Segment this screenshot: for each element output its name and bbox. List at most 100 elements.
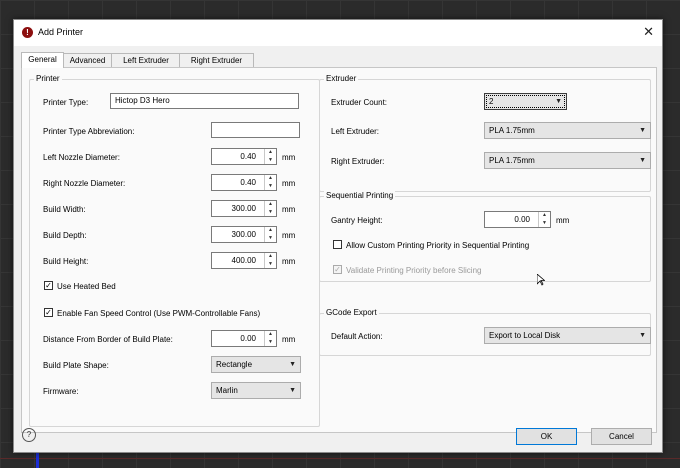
spin-down-icon[interactable]: ▼: [265, 183, 276, 190]
spin-down-icon[interactable]: ▼: [265, 157, 276, 164]
sequential-printing-group: Sequential Printing Gantry Height: 0.00 …: [319, 191, 651, 282]
left-nozzle-spinbox[interactable]: 0.40 ▲ ▼: [211, 148, 277, 165]
printer-group: Printer Printer Type: Hictop D3 Hero Pri…: [29, 74, 320, 427]
chevron-down-icon: ▼: [639, 157, 646, 164]
extruder-group: Extruder Extruder Count: 2 ▼ Left Extrud…: [319, 74, 651, 192]
spin-arrows: ▲ ▼: [264, 175, 276, 190]
printer-type-label: Printer Type:: [43, 98, 89, 107]
custom-priority-label[interactable]: Allow Custom Printing Priority in Sequen…: [346, 241, 529, 250]
border-distance-label: Distance From Border of Build Plate:: [43, 335, 173, 344]
heated-bed-checkbox[interactable]: ✓: [44, 281, 53, 290]
spin-arrows: ▲ ▼: [264, 227, 276, 242]
tab-general[interactable]: General: [21, 52, 64, 68]
spin-value: 300.00: [231, 204, 256, 213]
spin-down-icon[interactable]: ▼: [265, 235, 276, 242]
plate-shape-dropdown[interactable]: Rectangle ▼: [211, 356, 301, 373]
default-action-dropdown[interactable]: Export to Local Disk ▼: [484, 327, 651, 344]
scene-x-axis-line: [0, 458, 680, 459]
spin-arrows: ▲ ▼: [264, 201, 276, 216]
border-distance-spinbox[interactable]: 0.00 ▲ ▼: [211, 330, 277, 347]
spin-arrows: ▲ ▼: [264, 331, 276, 346]
spin-value: 0.00: [514, 215, 530, 224]
spin-up-icon[interactable]: ▲: [265, 201, 276, 208]
tab-advanced[interactable]: Advanced: [62, 53, 113, 67]
spin-arrows: ▲ ▼: [264, 253, 276, 268]
firmware-dropdown[interactable]: Marlin ▼: [211, 382, 301, 399]
spin-up-icon[interactable]: ▲: [265, 227, 276, 234]
heated-bed-label[interactable]: Use Heated Bed: [57, 282, 116, 291]
tab-left-extruder[interactable]: Left Extruder: [111, 53, 181, 67]
spin-value: 0.00: [240, 334, 256, 343]
left-extruder-dropdown[interactable]: PLA 1.75mm ▼: [484, 122, 651, 139]
spin-down-icon[interactable]: ▼: [265, 209, 276, 216]
tab-right-extruder[interactable]: Right Extruder: [179, 53, 254, 67]
right-extruder-dropdown[interactable]: PLA 1.75mm ▼: [484, 152, 651, 169]
unit-label: mm: [282, 335, 296, 344]
unit-label: mm: [556, 216, 570, 225]
sequential-printing-title: Sequential Printing: [324, 191, 396, 200]
chevron-down-icon: ▼: [289, 361, 296, 368]
unit-label: mm: [282, 179, 296, 188]
spin-value: 0.40: [240, 152, 256, 161]
printer-group-title: Printer: [34, 74, 62, 83]
general-tab-panel: Printer Printer Type: Hictop D3 Hero Pri…: [21, 67, 657, 433]
right-extruder-label: Right Extruder:: [331, 157, 385, 166]
gantry-height-spinbox[interactable]: 0.00 ▲ ▼: [484, 211, 551, 228]
help-icon[interactable]: ?: [22, 428, 36, 442]
firmware-label: Firmware:: [43, 387, 79, 396]
chevron-down-icon: ▼: [639, 127, 646, 134]
spin-arrows: ▲ ▼: [538, 212, 550, 227]
spin-down-icon[interactable]: ▼: [539, 220, 550, 227]
gcode-export-group: GCode Export Default Action: Export to L…: [319, 308, 651, 356]
left-extruder-label: Left Extruder:: [331, 127, 380, 136]
unit-label: mm: [282, 153, 296, 162]
cancel-button[interactable]: Cancel: [591, 428, 652, 445]
add-printer-dialog: ! Add Printer ✕ General Advanced Left Ex…: [13, 19, 663, 453]
build-height-spinbox[interactable]: 400.00 ▲ ▼: [211, 252, 277, 269]
build-width-label: Build Width:: [43, 205, 86, 214]
dialog-title: Add Printer: [38, 27, 84, 37]
custom-priority-checkbox[interactable]: [333, 240, 342, 249]
gcode-export-title: GCode Export: [324, 308, 379, 317]
mouse-pointer-icon: [537, 274, 545, 286]
dropdown-value: Rectangle: [216, 360, 253, 369]
unit-label: mm: [282, 205, 296, 214]
spin-value: 400.00: [231, 256, 256, 265]
spin-up-icon[interactable]: ▲: [265, 331, 276, 338]
unit-label: mm: [282, 231, 296, 240]
ok-button[interactable]: OK: [516, 428, 577, 445]
right-nozzle-spinbox[interactable]: 0.40 ▲ ▼: [211, 174, 277, 191]
chevron-down-icon: ▼: [555, 98, 562, 105]
extruder-group-title: Extruder: [324, 74, 359, 83]
app-logo-icon: !: [22, 27, 33, 38]
chevron-down-icon: ▼: [289, 387, 296, 394]
build-height-label: Build Height:: [43, 257, 89, 266]
build-depth-spinbox[interactable]: 300.00 ▲ ▼: [211, 226, 277, 243]
gantry-height-label: Gantry Height:: [331, 216, 383, 225]
close-icon[interactable]: ✕: [643, 24, 654, 40]
spin-up-icon[interactable]: ▲: [265, 253, 276, 260]
spin-down-icon[interactable]: ▼: [265, 261, 276, 268]
abbreviation-input[interactable]: [211, 122, 300, 138]
printer-type-input[interactable]: Hictop D3 Hero: [110, 93, 299, 109]
dropdown-value: 2: [489, 97, 494, 106]
validate-priority-checkbox: ✓: [333, 265, 342, 274]
spin-value: 0.40: [240, 178, 256, 187]
dropdown-value: Marlin: [216, 386, 238, 395]
spin-up-icon[interactable]: ▲: [539, 212, 550, 219]
dropdown-value: Export to Local Disk: [489, 331, 561, 340]
fan-speed-label[interactable]: Enable Fan Speed Control (Use PWM-Contro…: [57, 309, 260, 318]
spin-down-icon[interactable]: ▼: [265, 339, 276, 346]
plate-shape-label: Build Plate Shape:: [43, 361, 109, 370]
fan-speed-checkbox[interactable]: ✓: [44, 308, 53, 317]
chevron-down-icon: ▼: [639, 332, 646, 339]
spin-value: 300.00: [231, 230, 256, 239]
extruder-count-dropdown[interactable]: 2 ▼: [484, 93, 567, 110]
spin-arrows: ▲ ▼: [264, 149, 276, 164]
spin-up-icon[interactable]: ▲: [265, 175, 276, 182]
title-bar[interactable]: ! Add Printer ✕: [14, 20, 662, 46]
build-depth-label: Build Depth:: [43, 231, 87, 240]
default-action-label: Default Action:: [331, 332, 383, 341]
spin-up-icon[interactable]: ▲: [265, 149, 276, 156]
build-width-spinbox[interactable]: 300.00 ▲ ▼: [211, 200, 277, 217]
